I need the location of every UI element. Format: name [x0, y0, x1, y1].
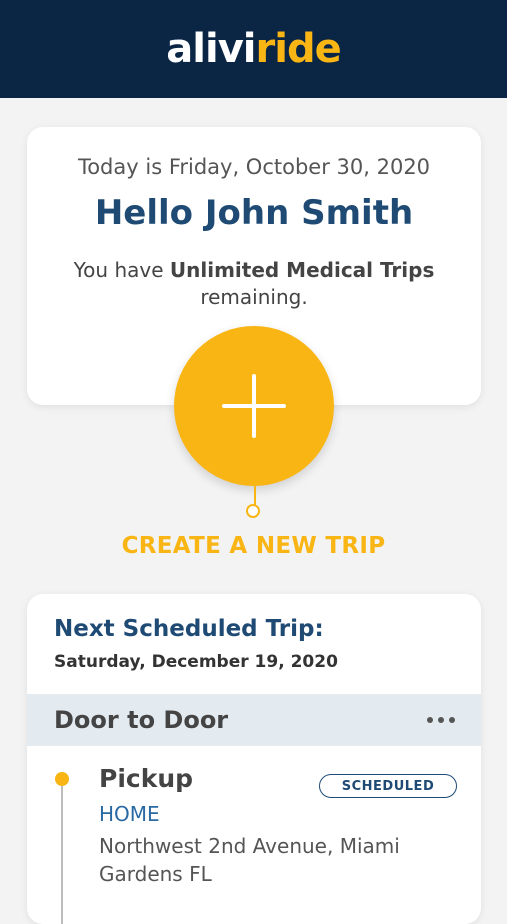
remaining-trips-type: Unlimited Medical Trips — [169, 258, 435, 282]
create-trip-connector-dot — [246, 504, 260, 518]
more-horizontal-icon — [449, 717, 455, 723]
hello-heading: Hello John Smith — [94, 193, 414, 233]
pickup-address: Northwest 2nd Avenue, Miami Gardens FL — [99, 834, 400, 886]
today-date: Today is Friday, October 30, 2020 — [77, 155, 431, 179]
more-horizontal-icon — [438, 717, 444, 723]
service-type-bar: Door to Door — [27, 694, 481, 746]
more-options-button[interactable] — [419, 698, 463, 742]
create-trip-connector — [254, 486, 256, 506]
plus-icon — [222, 374, 286, 438]
logo-text-primary: alivi — [166, 26, 256, 72]
aliviride-logo: aliviride — [166, 26, 342, 72]
more-horizontal-icon — [427, 717, 433, 723]
remaining-prefix: You have — [73, 258, 170, 282]
next-trip-title: Next Scheduled Trip: — [54, 616, 324, 642]
pickup-timeline-dot — [55, 772, 69, 786]
pickup-place-name: HOME — [99, 802, 160, 826]
create-trip-button[interactable] — [174, 326, 334, 486]
create-trip-label[interactable]: CREATE A NEW TRIP — [0, 533, 507, 559]
app-header: aliviride — [0, 0, 507, 98]
remaining-suffix: remaining. — [200, 285, 308, 309]
trip-timeline-line — [61, 786, 63, 924]
trips-remaining-text: You have Unlimited Medical Trips remaini… — [37, 257, 471, 311]
next-trip-date: Saturday, December 19, 2020 — [54, 652, 338, 672]
service-type-label: Door to Door — [54, 706, 229, 734]
status-badge: SCHEDULED — [319, 774, 457, 798]
pickup-label: Pickup — [99, 764, 194, 793]
logo-text-accent: ride — [255, 26, 342, 72]
next-trip-card[interactable]: Next Scheduled Trip: Saturday, December … — [27, 594, 481, 924]
